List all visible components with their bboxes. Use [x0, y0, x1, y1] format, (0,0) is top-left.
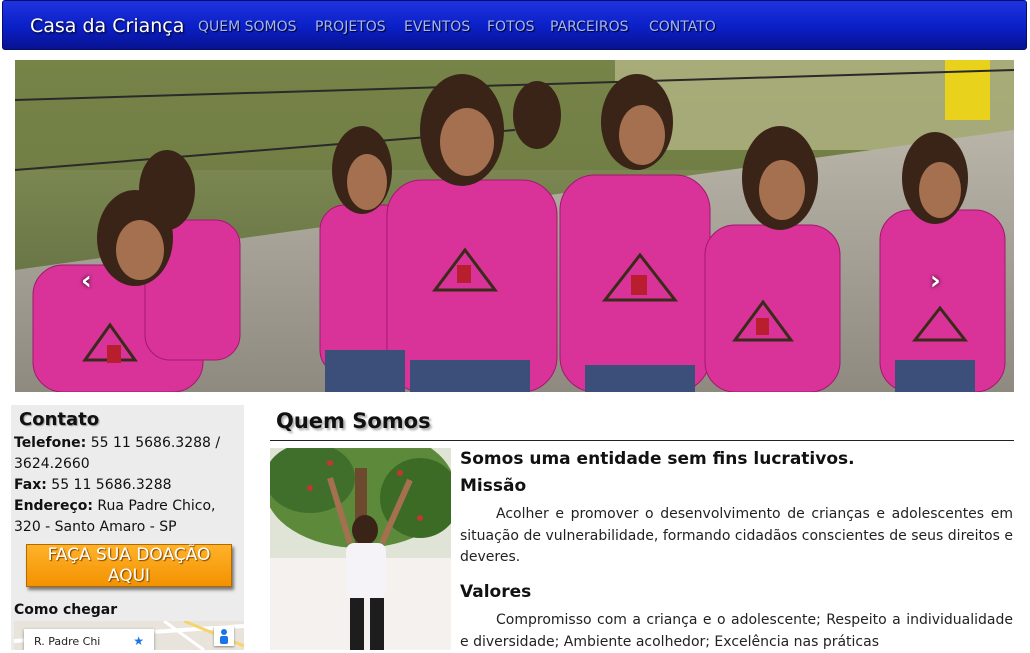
fax-value: 55 11 5686.3288 — [51, 477, 172, 493]
mission-text: Acolher e promover o desenvolvimento de … — [460, 506, 1013, 565]
brand-logo-text[interactable]: Casa da Criança — [30, 15, 184, 37]
carousel-next-button[interactable]: › — [930, 268, 941, 294]
nav-item-parceiros[interactable]: PARCEIROS — [550, 19, 629, 35]
title-divider — [270, 440, 1014, 441]
directions-title: Como chegar — [14, 602, 118, 618]
address-label: Endereço: — [14, 498, 93, 514]
street-view-person-icon[interactable] — [214, 626, 234, 646]
values-heading: Valores — [460, 582, 532, 602]
nav-item-contato[interactable]: CONTATO — [649, 19, 716, 35]
nav-item-quem-somos[interactable]: QUEM SOMOS — [198, 19, 297, 35]
phone-label: Telefone: — [14, 435, 87, 451]
carousel-prev-button[interactable]: ‹ — [81, 268, 92, 294]
nav-item-projetos[interactable]: PROJETOS — [315, 19, 386, 35]
lead-statement: Somos uma entidade sem fins lucrativos. — [460, 449, 855, 469]
mission-heading: Missão — [460, 476, 527, 496]
map-place-card[interactable]: R. Padre Chi ★ — [24, 629, 154, 650]
values-text: Compromisso com a criança e o adolescent… — [460, 612, 1013, 650]
fax-label: Fax: — [14, 477, 47, 493]
map-place-label: R. Padre Chi — [34, 635, 101, 648]
nav-item-eventos[interactable]: EVENTOS — [404, 19, 470, 35]
top-navbar: Casa da Criança QUEM SOMOS PROJETOS EVEN… — [2, 0, 1027, 50]
chevron-right-icon: › — [930, 266, 941, 296]
nav-item-fotos[interactable]: FOTOS — [487, 19, 535, 35]
hero-carousel: ‹ › — [15, 60, 1014, 392]
contact-details: Telefone: 55 11 5686.3288 / 3624.2660 Fa… — [14, 433, 242, 538]
about-photo — [270, 448, 451, 650]
page-title: Quem Somos — [276, 409, 431, 433]
location-map[interactable]: R. Padre Chi ★ — [14, 621, 244, 650]
chevron-left-icon: ‹ — [81, 266, 92, 296]
contact-title: Contato — [19, 409, 100, 430]
star-icon[interactable]: ★ — [133, 634, 144, 648]
contact-sidebar: Contato Telefone: 55 11 5686.3288 / 3624… — [11, 405, 244, 650]
donate-button[interactable]: FAÇA SUA DOAÇÃO AQUI — [26, 544, 232, 587]
carousel-slide-image — [15, 60, 1014, 392]
